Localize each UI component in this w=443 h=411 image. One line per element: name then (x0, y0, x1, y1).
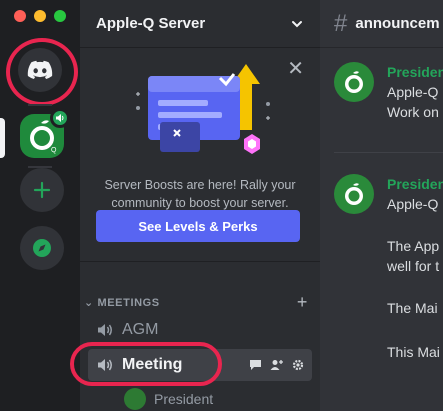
message-author[interactable]: Presiden (387, 64, 443, 80)
explore-servers-button[interactable] (20, 226, 64, 270)
plus-icon (33, 181, 51, 199)
speaker-icon (56, 114, 64, 122)
message-text: The Mai (387, 300, 438, 316)
message-text: This Mai (387, 344, 440, 360)
chevron-down-small-icon: ⌄ (84, 297, 94, 309)
server-rail: Q (0, 0, 78, 411)
avatar (124, 388, 146, 410)
message-text: Work on (387, 104, 439, 120)
message-author[interactable]: Presiden (387, 176, 443, 192)
create-channel-icon[interactable]: + (297, 292, 308, 313)
close-icon[interactable]: ✕ (287, 56, 304, 81)
server-boost-banner: ✕ Server Boosts are here! Rally your com… (80, 48, 320, 262)
window-controls (14, 10, 66, 22)
avatar[interactable] (334, 174, 374, 214)
voice-member-president[interactable]: President (124, 388, 213, 410)
channel-tools (249, 359, 304, 371)
channel-name: AGM (122, 321, 159, 338)
see-levels-perks-button[interactable]: See Levels & Perks (96, 210, 300, 242)
category-meetings[interactable]: ⌄ MEETINGS + (84, 292, 316, 313)
zoom-window-button[interactable] (54, 10, 66, 22)
server-header[interactable]: Apple-Q Server (80, 0, 320, 48)
hashtag-icon: # (334, 9, 348, 37)
svg-text:Q: Q (51, 147, 57, 154)
voice-active-badge (50, 108, 70, 128)
channel-title: announcem (355, 15, 440, 32)
minimize-window-button[interactable] (34, 10, 46, 22)
apple-logo-icon (345, 183, 363, 205)
message-divider (334, 152, 443, 153)
dm-highlight-ring (6, 38, 78, 106)
category-label: ⌄ MEETINGS (84, 297, 160, 309)
boost-illustration-icon (136, 64, 270, 154)
selected-server-indicator (0, 118, 5, 158)
gear-icon[interactable] (292, 359, 304, 371)
add-server-button[interactable] (20, 168, 64, 212)
member-name: President (154, 391, 214, 407)
chevron-down-icon (292, 20, 302, 27)
chat-area: # announcem Presiden Apple-Q Work on Pre… (320, 0, 443, 411)
avatar[interactable] (334, 62, 374, 102)
chat-bubble-icon[interactable] (249, 359, 262, 371)
message-text: Apple-Q (387, 84, 439, 100)
rail-divider (28, 104, 52, 106)
compass-icon (33, 239, 51, 257)
speaker-icon (96, 322, 116, 338)
server-name: Apple-Q Server (96, 15, 206, 32)
close-window-button[interactable] (14, 10, 26, 22)
add-member-icon[interactable] (270, 359, 284, 371)
message-text: well for t (387, 258, 440, 274)
chat-header: # announcem (320, 0, 443, 48)
server-icon-apple-q[interactable]: Q (20, 108, 70, 158)
apple-logo-icon (345, 71, 363, 93)
meeting-highlight-ring (70, 342, 222, 386)
boost-description: Server Boosts are here! Rally your commu… (104, 178, 296, 210)
message-text: Apple-Q (387, 196, 439, 212)
message-text: The App (387, 238, 440, 254)
